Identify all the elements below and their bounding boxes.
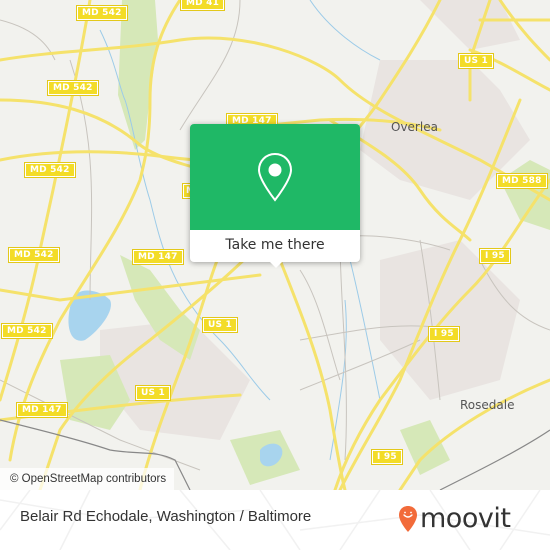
osm-attribution[interactable]: © OpenStreetMap contributors xyxy=(0,468,175,490)
route-shield-us-1: US 1 xyxy=(135,385,171,401)
footer-bar: Belair Rd Echodale, Washington / Baltimo… xyxy=(0,490,550,550)
route-shield-md-147: MD 147 xyxy=(132,249,184,265)
route-shield-md-542: MD 542 xyxy=(76,5,128,21)
route-shield-md-147: MD 147 xyxy=(16,402,68,418)
place-label-overlea: Overlea xyxy=(391,120,438,134)
take-me-there-button[interactable]: Take me there xyxy=(190,230,360,262)
moovit-pin-smile-icon xyxy=(399,506,417,532)
route-shield-md-588: MD 588 xyxy=(496,173,548,189)
map-pin-icon xyxy=(257,152,293,202)
location-title: Belair Rd Echodale, Washington / Baltimo… xyxy=(20,508,312,525)
place-label-rosedale: Rosedale xyxy=(460,398,515,412)
route-shield-md-542: MD 542 xyxy=(8,247,60,263)
route-shield-us-1: US 1 xyxy=(202,317,238,333)
popup-pointer xyxy=(268,260,284,268)
route-shield-i-95: I 95 xyxy=(479,248,511,264)
map-view[interactable]: MD 542 MD 41 MD 542 MD 147 US 1 MD 542 M… xyxy=(0,0,550,490)
moovit-logo[interactable]: moovit xyxy=(398,503,533,535)
route-shield-i-95: I 95 xyxy=(428,326,460,342)
route-shield-md-41: MD 41 xyxy=(179,0,226,11)
popup-header[interactable] xyxy=(190,124,360,230)
moovit-wordmark: moovit xyxy=(420,503,511,534)
route-shield-us-1: US 1 xyxy=(458,53,494,69)
route-shield-md-542: MD 542 xyxy=(24,162,76,178)
route-shield-md-542: MD 542 xyxy=(1,323,53,339)
route-shield-md-542: MD 542 xyxy=(47,80,99,96)
location-popup[interactable]: Take me there xyxy=(190,124,360,268)
route-shield-i-95: I 95 xyxy=(371,449,403,465)
